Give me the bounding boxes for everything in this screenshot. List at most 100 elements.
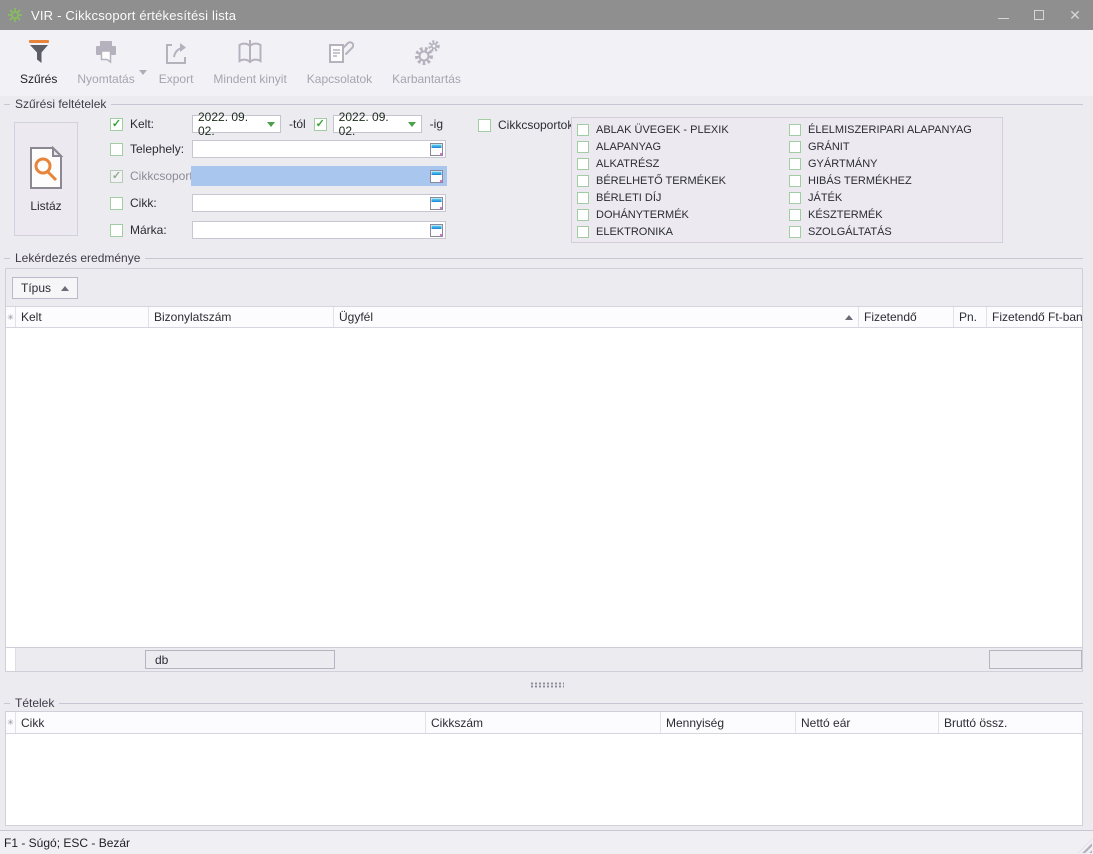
cikk-checkbox[interactable] <box>110 197 123 210</box>
group-by-tipus-button[interactable]: Típus <box>12 277 78 299</box>
option-checkbox[interactable] <box>577 226 589 238</box>
cikkcsoport-option[interactable]: GYÁRTMÁNY <box>789 155 1001 172</box>
column-header-mennyiseg[interactable]: Mennyiség <box>661 712 796 733</box>
cikkcsoport-option[interactable]: ÉLELMISZERIPARI ALAPANYAG <box>789 121 1001 138</box>
kelt-to-date-dropdown[interactable]: 2022. 09. 02. <box>333 115 422 133</box>
cikkcsoportok-list-panel: ABLAK ÜVEGEK - PLEXIK ALAPANYAG ALKATRÉS… <box>571 117 1003 243</box>
kelt-to-checkbox[interactable] <box>314 118 327 131</box>
cikkcsoport-option[interactable]: BÉRLETI DÍJ <box>577 189 789 206</box>
column-header-fizetendo[interactable]: Fizetendő <box>859 307 954 327</box>
telephely-label: Telephely: <box>130 142 192 156</box>
kelt-to-date-value: 2022. 09. 02. <box>339 110 408 138</box>
lookup-window-icon <box>430 197 443 210</box>
app-logo-icon <box>7 7 23 23</box>
minimize-button[interactable] <box>985 0 1021 30</box>
telephely-input[interactable] <box>192 140 446 158</box>
option-checkbox[interactable] <box>789 209 801 221</box>
filter-row-telephely: Telephely: <box>110 140 446 158</box>
column-header-cikk[interactable]: Cikk <box>16 712 426 733</box>
filter-row-marka: Márka: <box>110 221 446 239</box>
cikkcsoport-checkbox[interactable] <box>110 170 123 183</box>
cikk-label: Cikk: <box>130 196 192 210</box>
filter-icon <box>25 37 53 69</box>
cikkcsoport-option[interactable]: SZOLGÁLTATÁS <box>789 223 1001 240</box>
horizontal-splitter[interactable] <box>0 679 1093 691</box>
print-dropdown-arrow[interactable] <box>139 70 147 75</box>
cikkcsoport-option[interactable]: BÉRELHETŐ TERMÉKEK <box>577 172 789 189</box>
cikkcsoport-input[interactable] <box>192 167 446 185</box>
kelt-from-suffix: -tól <box>289 117 306 131</box>
column-header-netto-ear[interactable]: Nettó eár <box>796 712 939 733</box>
results-group-title: Lekérdezés eredménye <box>4 251 1083 265</box>
toolbar-button-kapcsolatok[interactable]: Kapcsolatok <box>297 35 382 88</box>
printer-icon <box>92 37 120 69</box>
option-checkbox[interactable] <box>789 175 801 187</box>
option-checkbox[interactable] <box>577 192 589 204</box>
lookup-window-icon <box>430 224 443 237</box>
option-checkbox[interactable] <box>577 124 589 136</box>
group-by-label: Típus <box>21 281 51 295</box>
option-checkbox[interactable] <box>577 158 589 170</box>
cikkcsoportok-column-2: ÉLELMISZERIPARI ALAPANYAG GRÁNIT GYÁRTMÁ… <box>789 121 1001 242</box>
details-grid-body[interactable] <box>6 734 1082 825</box>
column-header-cikkszam[interactable]: Cikkszám <box>426 712 661 733</box>
footer-indicator-cell <box>6 648 16 671</box>
cikk-input[interactable] <box>192 194 446 212</box>
results-grid-panel: Típus Kelt Bizonylatszám Ügyfél Fizetend… <box>5 268 1083 672</box>
option-checkbox[interactable] <box>789 141 801 153</box>
export-icon <box>162 37 190 69</box>
status-bar: F1 - Súgó; ESC - Bezár <box>0 830 1093 854</box>
marka-checkbox[interactable] <box>110 224 123 237</box>
app-window: { "window": { "title": "VIR - Cikkcsopor… <box>0 0 1093 854</box>
column-header-pn[interactable]: Pn. <box>954 307 987 327</box>
results-grid-body[interactable] <box>6 328 1082 647</box>
resize-grip[interactable] <box>1078 839 1092 853</box>
gears-icon <box>412 37 442 69</box>
cikkcsoport-option[interactable]: ELEKTRONIKA <box>577 223 789 240</box>
option-checkbox[interactable] <box>789 192 801 204</box>
option-checkbox[interactable] <box>789 124 801 136</box>
toolbar: Szűrés Nyomtatás Export <box>0 30 1093 96</box>
cikkcsoport-option[interactable]: JÁTÉK <box>789 189 1001 206</box>
cikkcsoport-option[interactable]: GRÁNIT <box>789 138 1001 155</box>
toolbar-button-nyomtatas[interactable]: Nyomtatás <box>67 35 144 88</box>
results-grid-footer: db <box>6 647 1082 671</box>
toolbar-button-export[interactable]: Export <box>149 35 204 88</box>
close-button[interactable]: ✕ <box>1057 0 1093 30</box>
cikkcsoport-option[interactable]: ALKATRÉSZ <box>577 155 789 172</box>
cikkcsoport-option[interactable]: ALAPANYAG <box>577 138 789 155</box>
marka-input[interactable] <box>192 221 446 239</box>
cikkcsoportok-checkbox[interactable] <box>478 119 491 132</box>
footer-count-box: db <box>145 650 335 669</box>
toolbar-button-mindent-kinyit[interactable]: Mindent kinyit <box>203 35 296 88</box>
cikkcsoport-option[interactable]: HIBÁS TERMÉKHEZ <box>789 172 1001 189</box>
column-header-bizonylatszam[interactable]: Bizonylatszám <box>149 307 334 327</box>
option-checkbox[interactable] <box>789 226 801 238</box>
toolbar-button-szures[interactable]: Szűrés <box>10 35 67 88</box>
option-checkbox[interactable] <box>577 141 589 153</box>
kelt-checkbox[interactable] <box>110 118 123 131</box>
cikkcsoport-label: Cikkcsoport: <box>130 169 192 183</box>
filter-row-cikk: Cikk: <box>110 194 446 212</box>
cikkcsoport-option[interactable]: KÉSZTERMÉK <box>789 206 1001 223</box>
telephely-checkbox[interactable] <box>110 143 123 156</box>
sort-asc-icon <box>845 315 853 320</box>
dropdown-arrow-icon <box>267 122 275 127</box>
column-header-brutto-ossz[interactable]: Bruttó össz. <box>939 712 1082 733</box>
status-text: F1 - Súgó; ESC - Bezár <box>4 836 130 850</box>
cikkcsoport-option[interactable]: ABLAK ÜVEGEK - PLEXIK <box>577 121 789 138</box>
maximize-button[interactable] <box>1021 0 1057 30</box>
column-header-ugyfel[interactable]: Ügyfél <box>334 307 859 327</box>
option-checkbox[interactable] <box>577 209 589 221</box>
toolbar-button-karbantartas[interactable]: Karbantartás <box>382 35 471 88</box>
column-header-fizetendo-ft-ban[interactable]: Fizetendő Ft-ban <box>987 307 1082 327</box>
kelt-from-date-value: 2022. 09. 02. <box>198 110 267 138</box>
option-checkbox[interactable] <box>789 158 801 170</box>
column-header-kelt[interactable]: Kelt <box>16 307 149 327</box>
lookup-window-icon <box>430 143 443 156</box>
cikkcsoport-option[interactable]: DOHÁNYTERMÉK <box>577 206 789 223</box>
listaz-button[interactable]: Listáz <box>14 122 78 236</box>
kelt-from-date-dropdown[interactable]: 2022. 09. 02. <box>192 115 281 133</box>
option-checkbox[interactable] <box>577 175 589 187</box>
footer-total-box <box>989 650 1082 669</box>
